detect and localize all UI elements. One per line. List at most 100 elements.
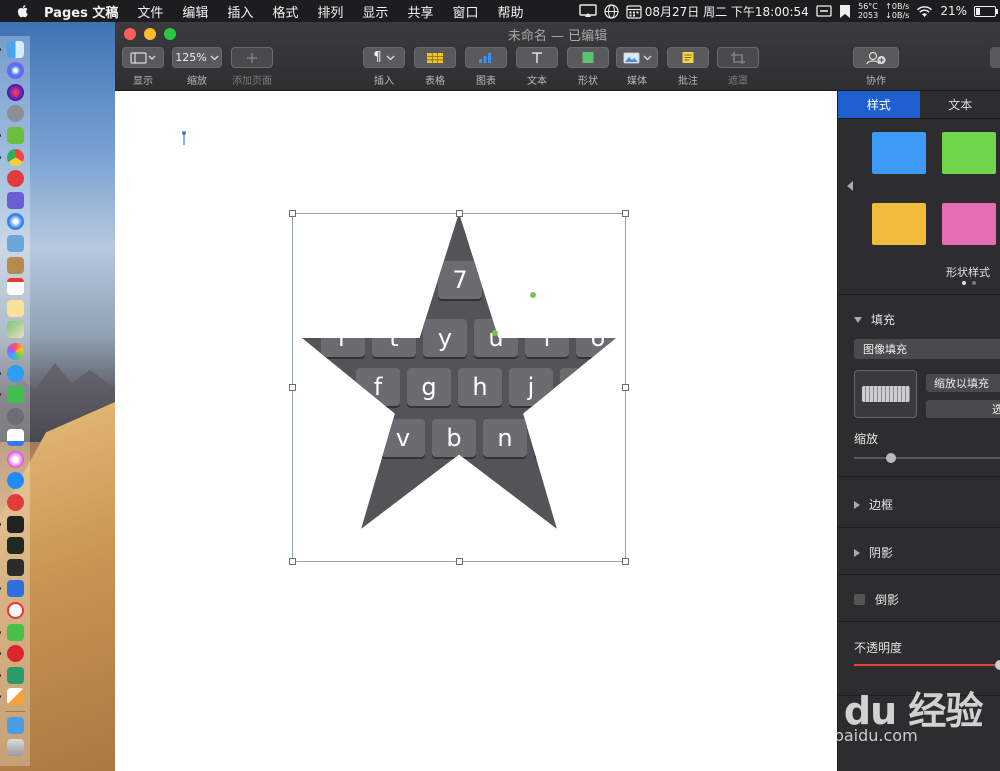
network-monitor[interactable]: ↑0B/s ↓0B/s	[885, 2, 909, 20]
resize-handle-top-left[interactable]	[289, 210, 296, 217]
collaborate-button[interactable]	[853, 47, 899, 68]
zoom-popup[interactable]: 125%	[172, 47, 222, 68]
menu-arrange[interactable]: 排列	[317, 2, 343, 21]
terminal-icon[interactable]	[0, 515, 24, 533]
trash-icon[interactable]	[6, 738, 24, 756]
pages-icon[interactable]	[0, 688, 24, 706]
toolbar-chart[interactable]: 图表	[465, 47, 507, 87]
scale-slider-track[interactable]	[854, 457, 1000, 459]
comment-button[interactable]	[667, 47, 709, 68]
shape-style-swatch-pink[interactable]	[942, 203, 996, 245]
messages-icon[interactable]	[0, 364, 24, 382]
media-button[interactable]	[616, 47, 658, 68]
preview-icon[interactable]	[6, 234, 24, 252]
globe-icon[interactable]	[604, 3, 619, 19]
previous-styles-arrow-icon[interactable]	[847, 181, 854, 191]
photos-icon[interactable]	[6, 342, 24, 360]
toolbar-add-page[interactable]: 添加页面	[231, 47, 273, 87]
menu-app-name[interactable]: Pages 文稿	[44, 2, 118, 21]
menu-share[interactable]: 共享	[407, 2, 433, 21]
toolbar-view[interactable]: 显示	[122, 47, 164, 87]
keynote-icon[interactable]	[6, 429, 24, 447]
apple-icon[interactable]	[16, 4, 30, 18]
menu-help[interactable]: 帮助	[497, 2, 523, 21]
menubar-datetime[interactable]: 08月27日 周二 下午18:00:54	[645, 3, 809, 20]
scale-slider-knob[interactable]	[886, 453, 896, 463]
resize-handle-top-right[interactable]	[622, 210, 629, 217]
reflection-checkbox[interactable]	[854, 594, 865, 605]
image-fill-thumbnail[interactable]	[854, 370, 917, 418]
fill-section-header[interactable]: 填充	[854, 311, 895, 328]
resize-handle-top[interactable]	[456, 210, 463, 217]
menu-file[interactable]: 文件	[137, 2, 163, 21]
battery-icon[interactable]	[974, 5, 998, 17]
system-preferences-icon[interactable]	[6, 407, 24, 425]
shape-style-swatch-green[interactable]	[942, 132, 996, 174]
wechat-icon[interactable]	[0, 623, 24, 641]
choose-image-button[interactable]: 选	[926, 400, 1000, 418]
toolbar-comment[interactable]: 批注	[667, 47, 709, 87]
android-icon[interactable]	[0, 126, 24, 144]
app-red-icon[interactable]	[6, 170, 24, 188]
menu-window[interactable]: 窗口	[452, 2, 478, 21]
shadow-section-header[interactable]: 阴影	[854, 544, 893, 561]
add-page-button[interactable]	[231, 47, 273, 68]
toolbar-shape[interactable]: 形状	[567, 47, 609, 87]
border-section-header[interactable]: 边框	[854, 496, 893, 513]
activity-monitor-icon[interactable]	[6, 537, 24, 555]
siri-icon[interactable]	[6, 62, 24, 80]
view-button[interactable]	[122, 47, 164, 68]
vpn-icon[interactable]	[0, 580, 24, 598]
tab-style[interactable]: 样式	[838, 91, 920, 118]
resize-handle-left[interactable]	[289, 384, 296, 391]
fill-type-popup[interactable]: 图像填充	[854, 339, 1000, 359]
app-green-icon[interactable]	[0, 666, 24, 684]
tab-text[interactable]: 文本	[920, 91, 1000, 118]
toolbar-mask[interactable]: 遮罩	[717, 47, 759, 87]
insert-button[interactable]: ¶	[363, 47, 405, 68]
battery-percent[interactable]: 21%	[940, 4, 967, 18]
text-button[interactable]	[516, 47, 558, 68]
facetime-icon[interactable]	[0, 386, 24, 404]
scale-mode-popup[interactable]: 缩放以填充	[926, 374, 1000, 392]
wifi-icon[interactable]	[916, 5, 933, 18]
toolbar-table[interactable]: 表格	[414, 47, 456, 87]
chart-button[interactable]	[465, 47, 507, 68]
itunes-icon[interactable]	[6, 450, 24, 468]
toolbar-collaborate[interactable]: 协作	[853, 47, 899, 87]
window-resize-handle[interactable]	[990, 47, 1000, 68]
document-canvas[interactable]: 7 rtyuio fghjk vbnm	[115, 91, 837, 771]
app-store-icon[interactable]	[6, 472, 24, 490]
shape-style-swatch-yellow[interactable]	[872, 203, 926, 245]
page-indicator-dots[interactable]	[962, 281, 976, 285]
toolbar-text[interactable]: 文本	[516, 47, 558, 87]
maps-icon[interactable]	[6, 321, 24, 339]
chrome-icon[interactable]	[0, 148, 24, 166]
star-shape[interactable]: 7 rtyuio fghjk vbnm	[289, 210, 629, 565]
mask-button[interactable]	[717, 47, 759, 68]
table-button[interactable]	[414, 47, 456, 68]
menu-insert[interactable]: 插入	[227, 2, 253, 21]
shape-edit-point[interactable]	[492, 330, 498, 336]
finder-icon[interactable]	[0, 40, 24, 58]
shape-style-swatch-blue[interactable]	[872, 132, 926, 174]
siri-orb-icon[interactable]	[6, 83, 24, 101]
reflection-option[interactable]: 倒影	[854, 591, 899, 608]
safari-icon[interactable]	[6, 213, 24, 231]
shape-button[interactable]	[567, 47, 609, 68]
toolbar-media[interactable]: 媒体	[616, 47, 658, 87]
notes-brown-icon[interactable]	[6, 256, 24, 274]
yandex-icon[interactable]	[6, 602, 24, 620]
downloads-folder-icon[interactable]	[6, 717, 24, 734]
launchpad-icon[interactable]	[6, 105, 24, 123]
app-purple-icon[interactable]	[6, 191, 24, 209]
toolbar-insert[interactable]: ¶ 插入	[363, 47, 405, 87]
toolbar-zoom[interactable]: 125% 缩放	[172, 47, 222, 87]
menu-format[interactable]: 格式	[272, 2, 298, 21]
opacity-slider-knob[interactable]	[995, 660, 1000, 670]
notes-icon[interactable]	[6, 299, 24, 317]
shape-edit-point[interactable]	[530, 292, 536, 298]
text-insertion-cursor[interactable]	[182, 131, 186, 145]
input-method-icon[interactable]	[816, 5, 832, 17]
menu-view[interactable]: 显示	[362, 2, 388, 21]
